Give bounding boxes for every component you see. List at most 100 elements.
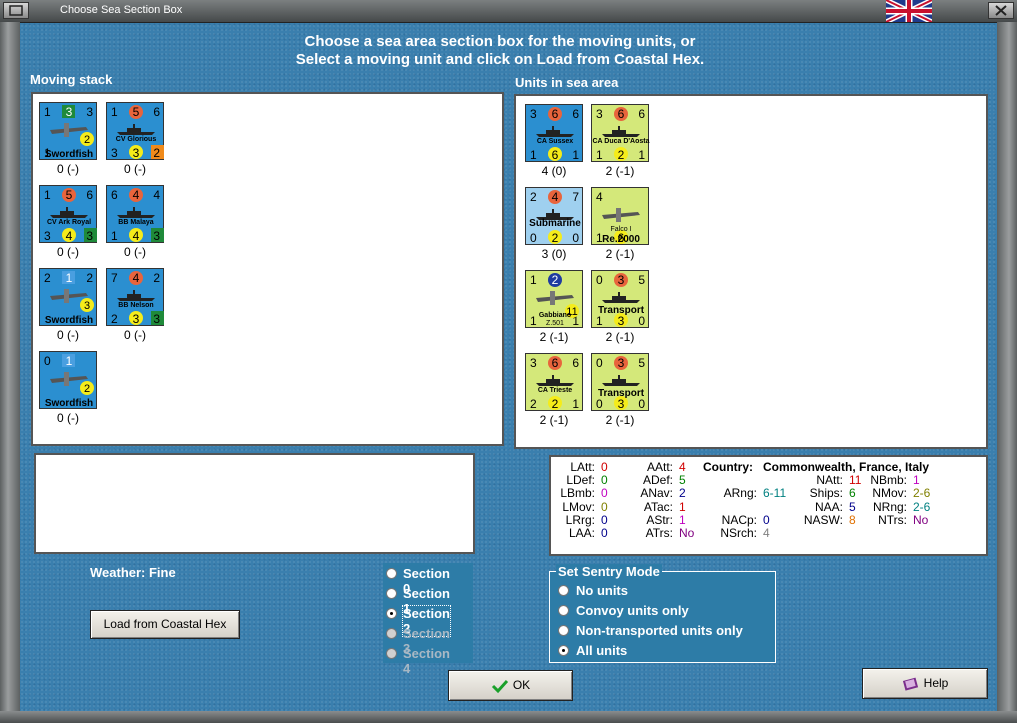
unit-bottom-value: 3 <box>618 397 625 411</box>
unit-top-value: 5 <box>638 273 645 287</box>
unit-top-value: 0 <box>44 354 51 368</box>
unit-name: Submarine <box>529 218 581 229</box>
unit-bottom-value: 2 <box>552 231 559 245</box>
frame-left <box>0 22 20 712</box>
unit-strength-caption: 0 (-) <box>57 328 79 342</box>
unit-counter-graphic: 1 5 63 4 3CV Ark Royal <box>44 188 97 243</box>
unit-counter[interactable]: 2 4 7 0 2 0 Submarine <box>525 187 583 245</box>
sentry-option-label: All units <box>576 643 628 658</box>
unit-strength-caption: 2 (-1) <box>605 330 635 344</box>
unit-top-value: 2 <box>530 190 537 204</box>
ship-silhouette-icon <box>536 375 574 386</box>
unit-name: Re.2000 <box>602 234 640 245</box>
help-button[interactable]: Help <box>862 668 988 699</box>
moving-stack-panel[interactable]: 1 3 3 1 2 Swordfish 0 (-) 1 5 6 3 3 2 CV Glorious 0 (-… <box>31 92 504 446</box>
close-button[interactable] <box>988 2 1014 19</box>
stat-value: No <box>679 526 695 540</box>
unit-top-value: 6 <box>638 107 645 121</box>
radio-icon[interactable] <box>386 588 397 599</box>
instruction-line-2: Select a moving unit and click on Load f… <box>295 51 705 68</box>
unit-strength-caption: 4 (0) <box>541 164 567 178</box>
unit-badge: 2 <box>84 134 90 146</box>
stat-value: 6-11 <box>763 486 787 501</box>
unit-top-value: 7 <box>572 190 579 204</box>
sentry-option-label: No units <box>576 583 628 598</box>
stat-label: AStr: <box>646 512 673 527</box>
stat-value: 2-6 <box>913 499 931 514</box>
unit-top-value: 0 <box>596 356 603 370</box>
unit-strength-caption: 2 (-1) <box>605 164 635 178</box>
ship-silhouette-icon <box>536 126 574 137</box>
ship-silhouette-icon <box>117 124 155 135</box>
sentry-mode-title: Set Sentry Mode <box>556 564 662 579</box>
help-book-icon <box>902 677 918 691</box>
unit-strength-caption: 2 (-1) <box>605 247 635 261</box>
radio-icon[interactable] <box>386 648 397 659</box>
unit-counter[interactable]: 3 6 6 2 2 1 CA Trieste <box>525 353 583 411</box>
ship-silhouette-icon <box>50 207 88 218</box>
unit-bottom-value: 2 <box>111 312 118 326</box>
radio-icon[interactable] <box>558 625 569 636</box>
load-from-coastal-hex-button[interactable]: Load from Coastal Hex <box>90 610 240 639</box>
stat-label: NACp: <box>721 512 757 527</box>
unit-counter-graphic: 0 1 2 Swordfish <box>44 354 94 409</box>
unit-bottom-value: 3 <box>153 312 160 326</box>
window-title: Choose Sea Section Box <box>60 4 183 16</box>
sea-area-panel[interactable]: 3 6 6 1 6 1 CA Sussex 4 (0) 3 6 6 1 2 1 CA Duca D'Aost… <box>514 94 988 449</box>
stat-label: ARng: <box>723 486 757 501</box>
unit-counter[interactable]: 4 1 6 Re.2000 Falco I <box>591 187 649 245</box>
radio-icon[interactable] <box>558 645 569 656</box>
unit-counter-graphic: 3 6 62 2 1CA Trieste <box>530 356 579 411</box>
sea-section-dialog: Choose Sea Section Box Choose a sea area… <box>0 0 1017 723</box>
uk-flag-icon <box>884 0 934 25</box>
unit-counter[interactable]: 3 6 6 1 6 1 CA Sussex <box>525 104 583 162</box>
unit-bottom-value: 3 <box>153 229 160 243</box>
unit-counter[interactable]: 3 6 6 1 2 1 CA Duca D'Aosta <box>591 104 650 162</box>
unit-top-value: 6 <box>111 188 118 202</box>
radio-icon[interactable] <box>386 628 397 639</box>
unit-counter[interactable]: 1 3 3 1 2 Swordfish <box>39 102 97 160</box>
unit-top-value: 2 <box>153 271 160 285</box>
stat-value: 0 <box>601 473 608 488</box>
unit-name: BB Malaya <box>118 219 154 226</box>
radio-icon[interactable] <box>558 585 569 596</box>
help-label: Help <box>923 676 949 690</box>
unit-counter-graphic: 3 6 61 6 1CA Sussex <box>530 107 579 162</box>
stat-label: NAA: <box>814 499 843 514</box>
stat-value: 0 <box>601 460 608 474</box>
unit-bottom-value: 1 <box>530 148 537 162</box>
unit-counter[interactable]: 2 1 2 3 Swordfish <box>39 268 97 326</box>
unit-strength-caption: 0 (-) <box>57 411 79 425</box>
unit-counter-graphic: 41 6Re.2000Falco I <box>596 190 640 245</box>
unit-bottom-value: 3 <box>133 146 140 160</box>
unit-counter[interactable]: 0 1 2 Swordfish <box>39 351 97 409</box>
unit-counter-graphic: 7 4 22 3 3BB Nelson <box>111 271 164 326</box>
unit-top-value: 3 <box>618 356 625 370</box>
unit-counter[interactable]: 6 4 4 1 4 3 BB Malaya <box>106 185 164 243</box>
radio-icon[interactable] <box>386 608 397 619</box>
unit-bottom-value: 2 <box>552 397 559 411</box>
radio-icon[interactable] <box>386 568 397 579</box>
unit-counter[interactable]: 1 5 6 3 4 3 CV Ark Royal <box>39 185 97 243</box>
ok-button[interactable]: OK <box>448 670 573 701</box>
unit-top-value: 2 <box>44 271 51 285</box>
unit-top-value: 3 <box>66 105 73 119</box>
unit-counter[interactable]: 1 5 6 3 3 2 CV Glorious <box>106 102 164 160</box>
radio-icon[interactable] <box>558 605 569 616</box>
unit-top-value: 6 <box>572 107 579 121</box>
unit-counter-graphic: 2 4 70 2 0Submarine <box>529 190 581 245</box>
unit-counter[interactable]: 7 4 2 2 3 3 BB Nelson <box>106 268 164 326</box>
unit-strength-caption: 3 (0) <box>541 247 567 261</box>
unit-top-value: 4 <box>552 190 559 204</box>
unit-name: CA Sussex <box>537 138 573 145</box>
unit-bottom-value: 3 <box>44 229 51 243</box>
description-box <box>34 453 475 554</box>
unit-counter[interactable]: 0 3 5 1 3 0 Transport <box>591 270 649 328</box>
unit-name: CA Duca D'Aosta <box>592 138 649 145</box>
stat-value: 4 <box>763 526 770 540</box>
system-menu-button[interactable] <box>3 2 29 19</box>
unit-counter[interactable]: 0 3 5 0 3 0 Transport <box>591 353 649 411</box>
stat-label: NRng: <box>872 499 907 514</box>
unit-top-value: 6 <box>552 107 559 121</box>
unit-counter[interactable]: 1 2 1 1 11 Gabbiano Z.501 <box>525 270 583 328</box>
